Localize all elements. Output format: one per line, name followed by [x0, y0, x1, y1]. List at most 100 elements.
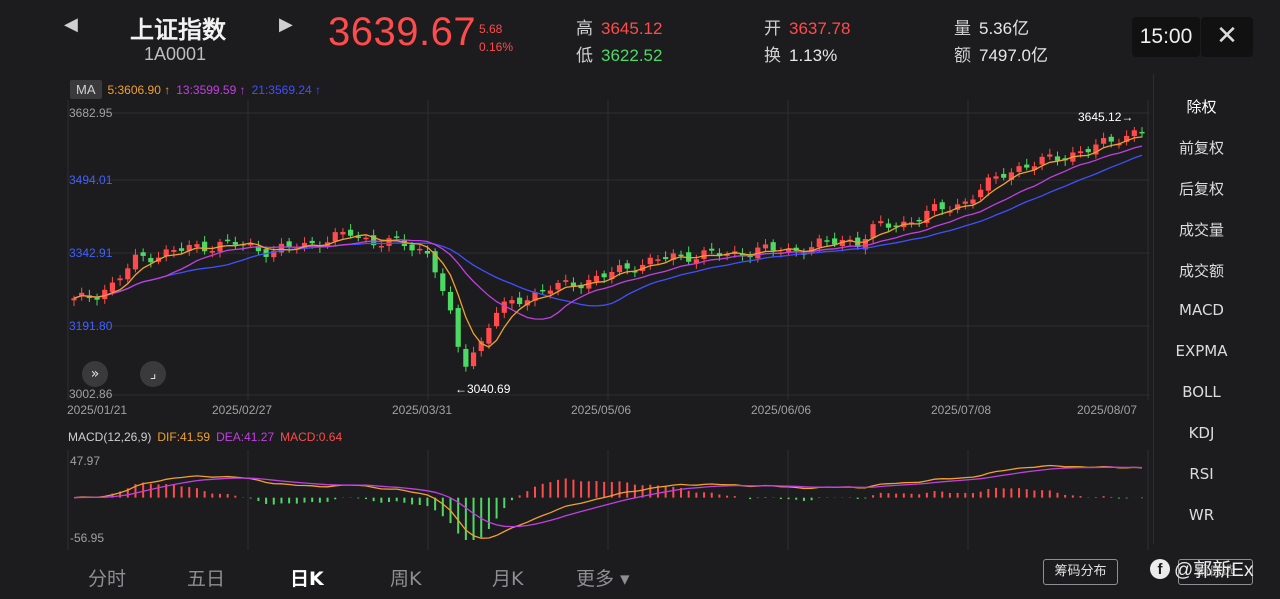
- low-marker: ←3040.69: [455, 382, 511, 396]
- candle-body: [225, 239, 231, 242]
- menu-item-backward-adjust[interactable]: 后复权: [1154, 178, 1249, 199]
- x-tick-label: 2025/03/31: [392, 403, 452, 417]
- candle-body: [547, 290, 553, 294]
- candle-body: [770, 242, 776, 251]
- candle-body: [1024, 164, 1030, 168]
- candle-body: [417, 248, 423, 251]
- candle-body: [463, 348, 469, 367]
- candle-body: [132, 254, 139, 270]
- candle-body: [394, 236, 400, 238]
- tab-five-day[interactable]: 五日: [187, 564, 225, 591]
- candle-body: [517, 297, 523, 305]
- candle-body: [171, 249, 177, 252]
- y-tick-label: 3002.86: [69, 387, 113, 401]
- candle-body: [555, 282, 561, 290]
- candle-body: [232, 242, 238, 245]
- candle-body: [178, 248, 185, 251]
- candle-body: [148, 258, 154, 263]
- menu-item-wr[interactable]: WR: [1154, 506, 1249, 524]
- menu-item-expma[interactable]: EXPMA: [1154, 342, 1249, 360]
- candle-body: [440, 273, 446, 291]
- candle-body: [125, 268, 131, 280]
- x-tick-label: 2025/07/08: [931, 403, 991, 417]
- candle-body: [870, 224, 876, 238]
- candle-body: [140, 252, 146, 256]
- kline-chart[interactable]: 3682.95 3494.01 3342.91 3191.80 3002.86 2025…: [0, 0, 1280, 599]
- candle-body: [816, 238, 822, 248]
- x-tick-label: 2025/05/06: [571, 403, 631, 417]
- facebook-icon: f: [1150, 558, 1170, 579]
- candle-body: [985, 177, 991, 191]
- candle-body: [1100, 138, 1107, 144]
- dea-value: DEA:41.27: [216, 430, 275, 444]
- tab-more[interactable]: 更多 ▾: [576, 564, 630, 591]
- candle-body: [563, 280, 569, 282]
- menu-item-amount[interactable]: 成交额: [1154, 260, 1249, 281]
- menu-item-volume[interactable]: 成交量: [1154, 219, 1249, 240]
- candle-body: [701, 250, 707, 259]
- candle-body: [1085, 149, 1091, 153]
- candle-body: [1016, 166, 1022, 172]
- candle-body: [1108, 136, 1114, 142]
- candle-body: [616, 265, 623, 273]
- candle-body: [309, 240, 315, 244]
- candle-body: [885, 223, 892, 228]
- x-tick-label: 2025/08/07: [1077, 403, 1137, 417]
- chip-distribution-button[interactable]: 筹码分布: [1043, 559, 1118, 585]
- menu-item-forward-adjust[interactable]: 前复权: [1154, 137, 1249, 158]
- candle-body: [678, 254, 684, 257]
- menu-item-macd[interactable]: MACD: [1154, 301, 1249, 319]
- macd-legend: MACD(12,26,9) DIF:41.59 DEA:41.27 MACD:0…: [68, 430, 342, 444]
- menu-item-exright[interactable]: 除权: [1154, 96, 1249, 117]
- candle-body: [455, 308, 461, 347]
- candle-body: [1001, 173, 1007, 178]
- menu-item-rsi[interactable]: RSI: [1154, 465, 1249, 483]
- candle-body: [340, 231, 346, 235]
- candle-body: [993, 176, 999, 179]
- y-tick-label: 3494.01: [69, 173, 113, 187]
- candle-body: [601, 273, 607, 278]
- macd-value: MACD:0.64: [280, 430, 343, 444]
- macd-title[interactable]: MACD(12,26,9): [68, 430, 151, 444]
- candle-body: [109, 282, 116, 292]
- x-tick-label: 2025/01/21: [67, 403, 127, 417]
- x-tick-label: 2025/06/06: [751, 403, 811, 417]
- candle-body: [209, 250, 215, 253]
- candle-body: [939, 202, 945, 210]
- menu-item-boll[interactable]: BOLL: [1154, 383, 1249, 401]
- tab-monthly-k[interactable]: 月K: [492, 564, 523, 591]
- candle-body: [194, 244, 200, 247]
- candle-body: [624, 263, 630, 269]
- candle-body: [878, 221, 884, 224]
- candle-body: [1077, 151, 1084, 154]
- period-tabs: 分时 五日 日K 周K 月K 更多 ▾: [62, 560, 662, 594]
- macd-tick-label: 47.97: [70, 454, 100, 468]
- crosshair-icon[interactable]: ⌟: [140, 361, 166, 387]
- menu-item-kdj[interactable]: KDJ: [1154, 424, 1249, 442]
- candle-body: [663, 257, 669, 260]
- candle-body: [424, 250, 431, 254]
- y-tick-label: 3191.80: [69, 319, 113, 333]
- macd-tick-label: -56.95: [70, 531, 104, 545]
- indicator-menu: 除权 前复权 后复权 成交量 成交额 MACD EXPMA BOLL KDJ R…: [1153, 74, 1248, 544]
- x-tick-label: 2025/02/27: [212, 403, 272, 417]
- tab-intraday[interactable]: 分时: [88, 564, 126, 591]
- candle-body: [1131, 130, 1137, 137]
- candle-body: [470, 352, 477, 367]
- candle-body: [655, 259, 661, 261]
- candle-body: [332, 232, 338, 242]
- tab-weekly-k[interactable]: 周K: [390, 564, 421, 591]
- tab-daily-k[interactable]: 日K: [290, 564, 324, 591]
- candle-body: [71, 298, 77, 301]
- watermark-text: @郭新Ex: [1174, 560, 1254, 581]
- candle-body: [409, 244, 415, 251]
- double-chevron-right-icon[interactable]: »: [82, 361, 108, 387]
- candle-body: [916, 219, 922, 222]
- candle-body: [931, 204, 938, 211]
- candle-body: [447, 291, 454, 311]
- y-tick-label: 3682.95: [69, 106, 113, 120]
- candle-body: [762, 244, 769, 249]
- candle-body: [386, 238, 392, 246]
- candle-body: [493, 312, 500, 327]
- watermark: f @郭新Ex: [1150, 555, 1253, 582]
